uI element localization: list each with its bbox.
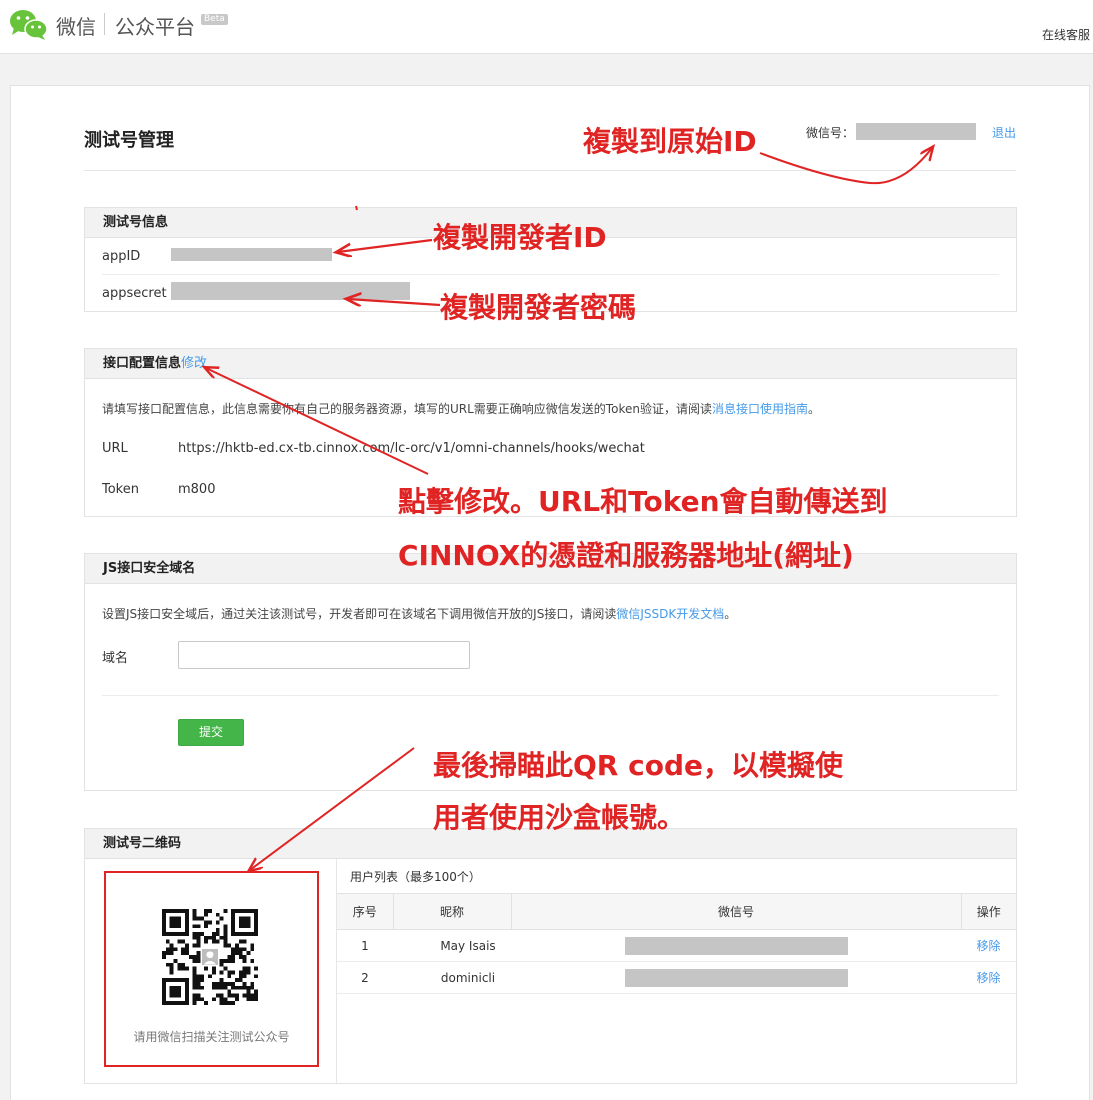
- annotation-click-edit-line2: CINNOX的憑證和服務器地址(網址): [398, 539, 854, 572]
- js-domain-divider: [102, 695, 999, 696]
- url-label: URL: [102, 441, 128, 456]
- row-wxid: [511, 961, 961, 994]
- user-list-title: 用户列表（最多100个）: [350, 870, 481, 884]
- wxid-redacted: [624, 968, 848, 987]
- table-row: 2 dominicli 移除: [337, 961, 1016, 994]
- table-row: 1 May Isais 移除: [337, 929, 1016, 962]
- page-title: 测试号管理: [84, 130, 174, 151]
- row-nickname: May Isais: [393, 929, 511, 962]
- col-index: 序号: [337, 893, 394, 930]
- annotation-scan-line2: 用者使用沙盒帳號。: [433, 801, 686, 834]
- online-service-link[interactable]: 在线客服: [1042, 26, 1090, 43]
- domain-label: 域名: [102, 651, 129, 666]
- row-nickname: dominicli: [393, 961, 511, 994]
- interface-description: 请填写接口配置信息，此信息需要你有自己的服务器资源，填写的URL需要正确响应微信…: [102, 402, 820, 416]
- test-info-divider: [102, 274, 999, 275]
- wxid-label: 微信号：: [806, 126, 855, 140]
- qr-code-icon: [162, 909, 258, 1005]
- message-guide-link[interactable]: 消息接口使用指南: [712, 402, 808, 416]
- jssdk-doc-link[interactable]: 微信JSSDK开发文档: [616, 607, 724, 621]
- row-index: 1: [337, 929, 393, 962]
- logo-separator: [104, 13, 105, 35]
- beta-badge: Beta: [201, 14, 228, 25]
- row-index: 2: [337, 961, 393, 994]
- token-label: Token: [102, 482, 139, 497]
- url-value: https://hktb-ed.cx-tb.cinnox.com/lc-orc/…: [178, 441, 645, 456]
- annotation-copy-dev-secret: 複製開發者密碼: [440, 291, 637, 324]
- logout-link[interactable]: 退出: [992, 124, 1016, 141]
- logo-wechat-text: 微信: [56, 15, 96, 39]
- col-wxid: 微信号: [511, 893, 962, 930]
- js-domain-description: 设置JS接口安全域后，通过关注该测试号，开发者即可在该域名下调用微信开放的JS接…: [102, 607, 737, 621]
- token-value: m800: [178, 482, 216, 497]
- user-table-header: 序号 昵称 微信号 操作: [337, 893, 1016, 930]
- remove-link[interactable]: 移除: [961, 961, 1016, 994]
- appsecret-value-redacted: [171, 282, 410, 300]
- wxid-redacted: [624, 936, 848, 955]
- qr-caption: 请用微信扫描关注测试公众号: [133, 1030, 290, 1044]
- wechat-logo-icon: [10, 10, 48, 40]
- submit-button[interactable]: 提交: [178, 719, 244, 746]
- annotation-copy-dev-id: 複製開發者ID: [433, 221, 607, 254]
- col-nickname: 昵称: [393, 893, 512, 930]
- logo-platform-text: 公众平台: [115, 15, 195, 39]
- title-divider: [84, 170, 1016, 171]
- annotation-scan-line1: 最後掃瞄此QR code，以模擬使: [433, 749, 843, 782]
- user-table: 序号 昵称 微信号 操作 1 May Isais 移除 2 dominicli …: [337, 893, 1016, 994]
- row-wxid: [511, 929, 961, 962]
- domain-input[interactable]: [178, 641, 470, 669]
- top-bar: 微信 公众平台 Beta 在线客服: [0, 0, 1093, 54]
- appsecret-label: appsecret: [102, 286, 167, 301]
- interface-config-heading: 接口配置信息修改: [85, 349, 1016, 379]
- appid-value-redacted: [171, 248, 332, 261]
- appid-label: appID: [102, 249, 141, 264]
- annotation-click-edit-line1: 點擊修改。URL和Token會自動傳送到: [398, 485, 888, 518]
- annotation-copy-original-id: 複製到原始ID: [583, 125, 757, 158]
- col-action: 操作: [961, 893, 1016, 930]
- wxid-redacted: [856, 123, 976, 140]
- interface-edit-link[interactable]: 修改: [181, 356, 207, 371]
- remove-link[interactable]: 移除: [961, 929, 1016, 962]
